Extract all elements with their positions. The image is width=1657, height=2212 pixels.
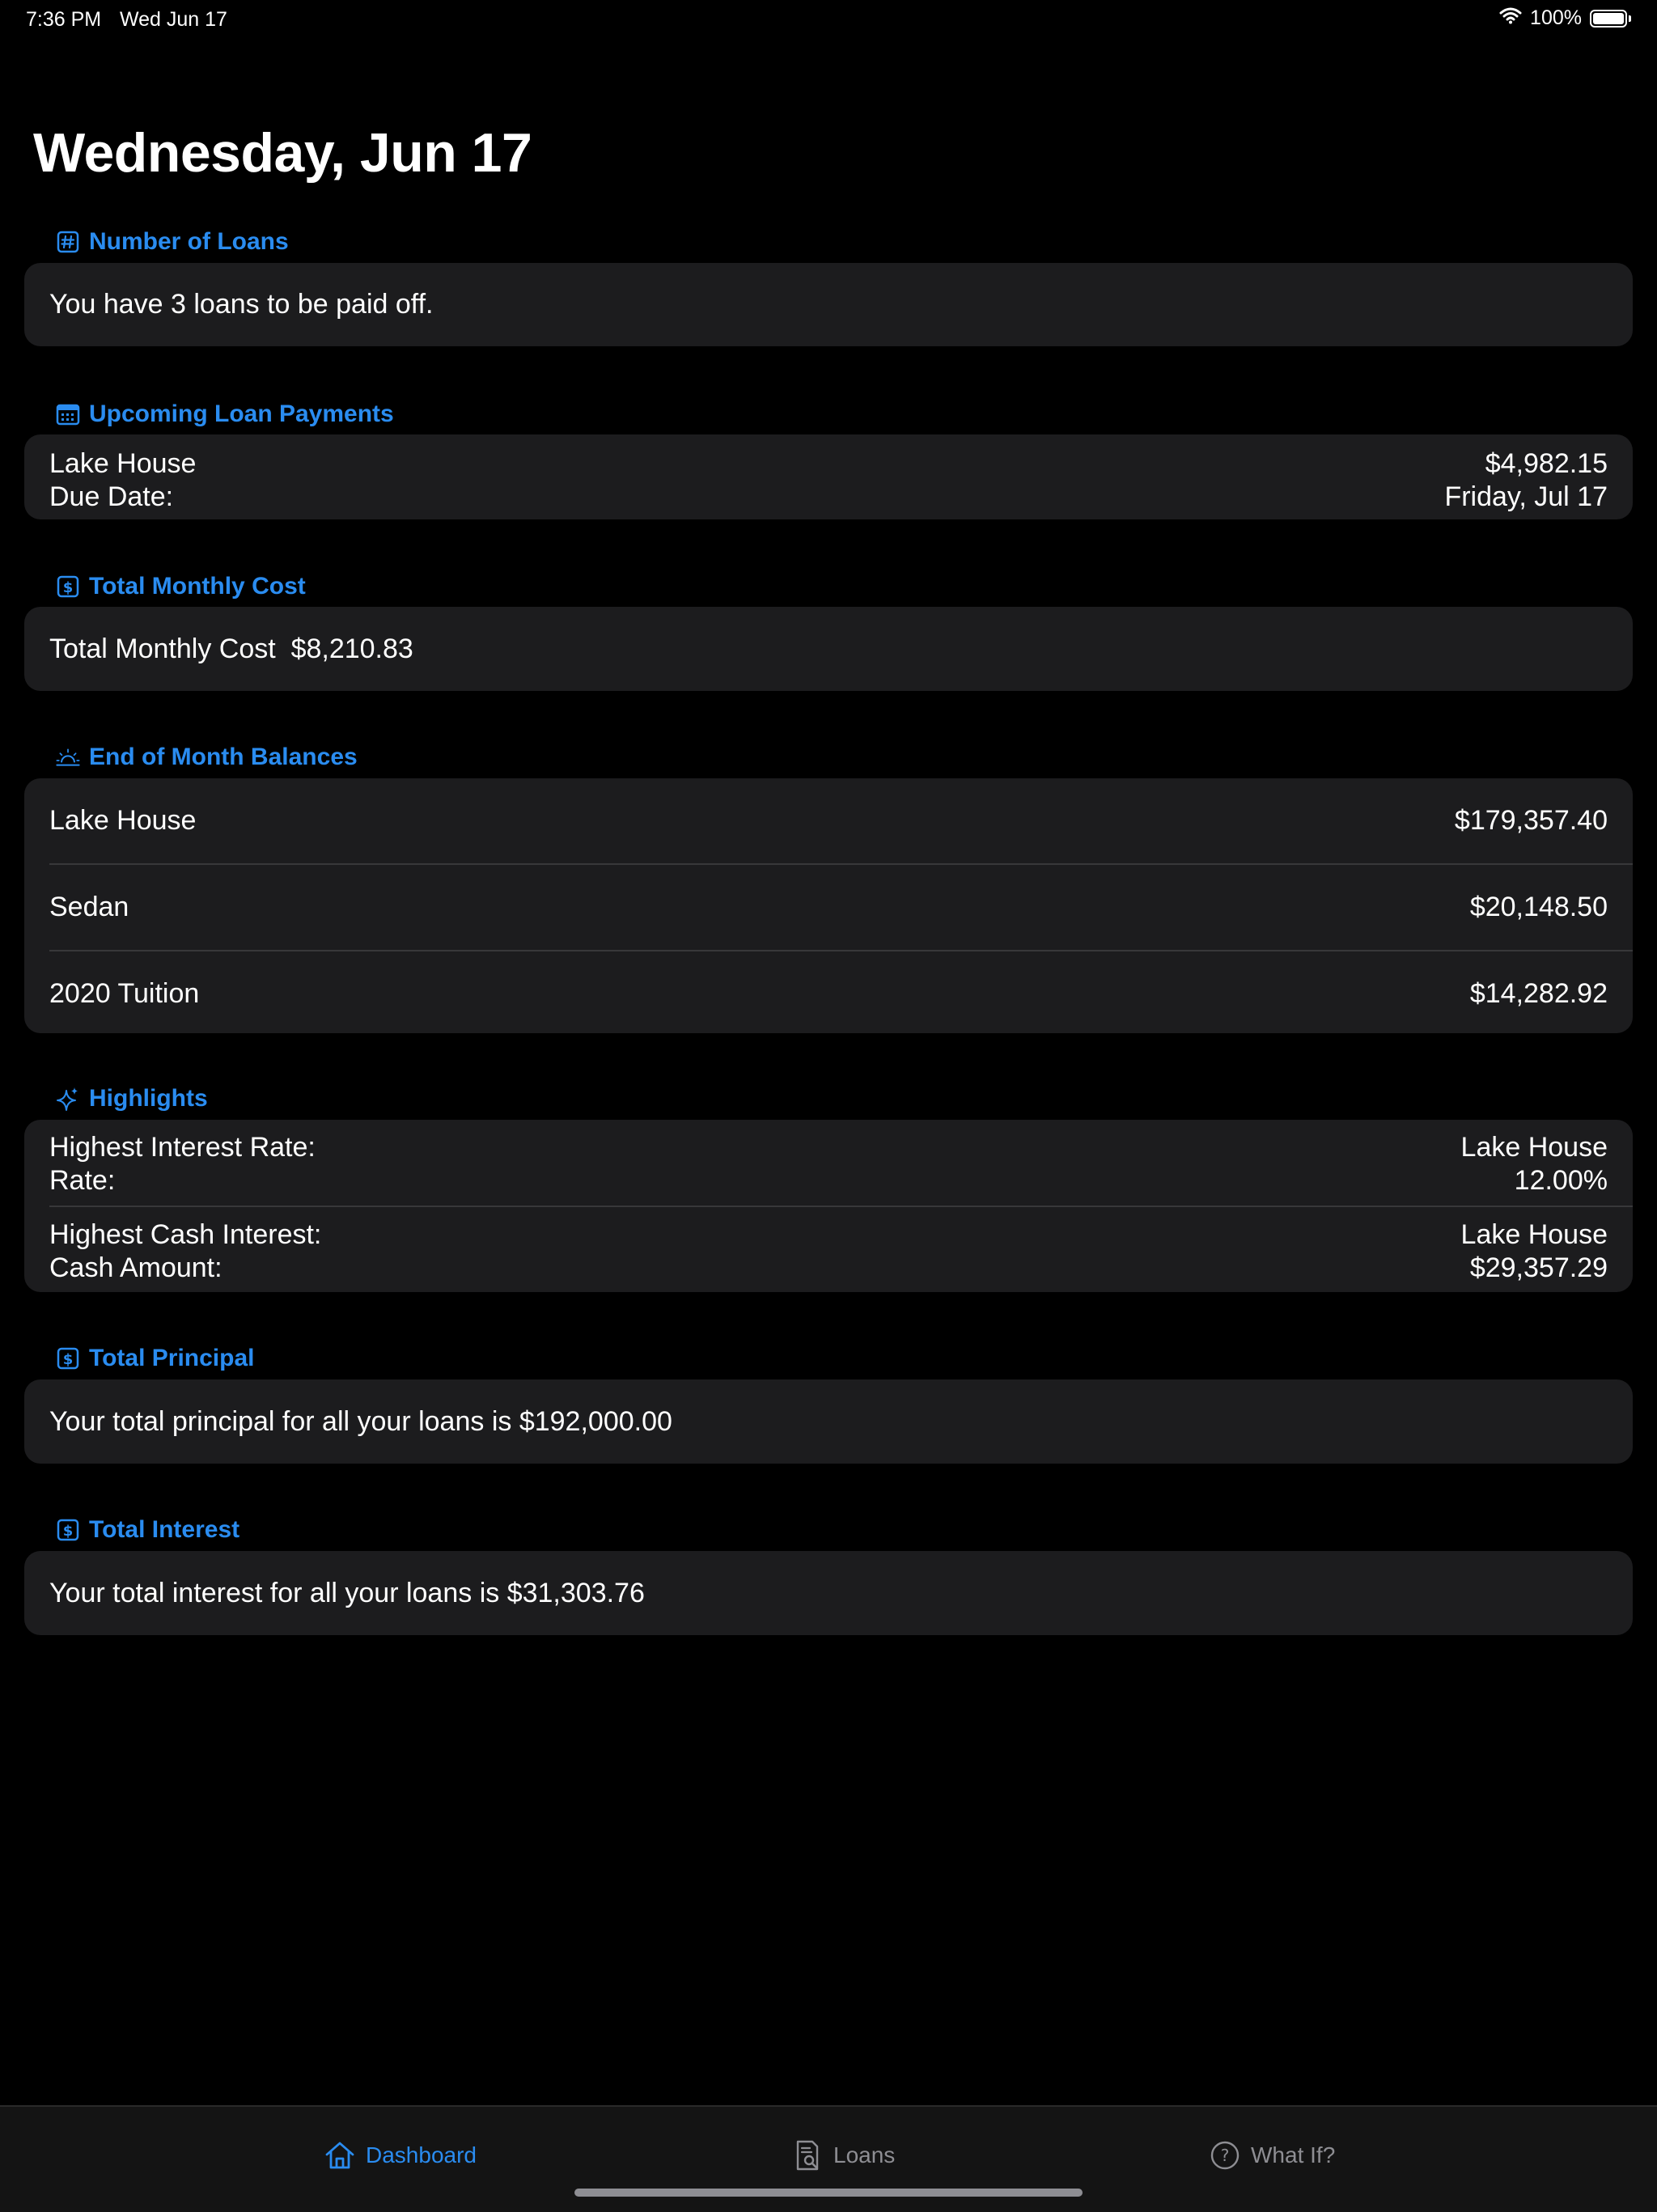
balance-value: $179,357.40 bbox=[1454, 805, 1608, 836]
monthly-cost-card: Total Monthly Cost $8,210.83 bbox=[24, 607, 1633, 691]
sparkles-icon bbox=[55, 1086, 81, 1112]
section-title: Highlights bbox=[89, 1085, 208, 1112]
highlight-row[interactable]: Highest Interest Rate: Rate: Lake House … bbox=[24, 1120, 1633, 1206]
highlight-row[interactable]: Highest Cash Interest: Cash Amount: Lake… bbox=[24, 1207, 1633, 1292]
svg-text:$: $ bbox=[63, 1523, 74, 1540]
section-title: End of Month Balances bbox=[89, 744, 358, 770]
highlights-card: Highest Interest Rate: Rate: Lake House … bbox=[24, 1120, 1633, 1292]
balance-row[interactable]: Sedan $20,148.50 bbox=[24, 865, 1633, 950]
home-indicator[interactable] bbox=[574, 2189, 1083, 2197]
section-title: Total Interest bbox=[89, 1516, 240, 1543]
wifi-icon bbox=[1499, 6, 1522, 30]
tab-label: What If? bbox=[1251, 2142, 1336, 2168]
payment-amount: $4,982.15 bbox=[1485, 448, 1608, 479]
section-header-principal: $ Total Principal bbox=[55, 1345, 254, 1372]
tab-loans[interactable]: Loans bbox=[791, 2139, 895, 2172]
due-date-label: Due Date: bbox=[49, 481, 174, 512]
balance-value: $20,148.50 bbox=[1469, 892, 1608, 922]
balances-card: Lake House $179,357.40 Sedan $20,148.50 … bbox=[24, 778, 1633, 1033]
section-title: Total Principal bbox=[89, 1345, 255, 1371]
interest-text: Your total interest for all your loans i… bbox=[49, 1577, 645, 1608]
dollar-sign-icon: $ bbox=[55, 1345, 81, 1371]
interest-card: Your total interest for all your loans i… bbox=[24, 1551, 1633, 1635]
svg-text:$: $ bbox=[63, 579, 74, 596]
highlight-label: Cash Amount: bbox=[49, 1252, 222, 1283]
tab-label: Dashboard bbox=[366, 2142, 477, 2168]
balance-loan-name: 2020 Tuition bbox=[49, 978, 200, 1009]
question-circle-icon: ? bbox=[1209, 2139, 1241, 2172]
upcoming-payment-card[interactable]: Lake House Due Date: $4,982.15 Friday, J… bbox=[24, 434, 1633, 519]
highlight-label: Rate: bbox=[49, 1165, 116, 1196]
balance-row[interactable]: Lake House $179,357.40 bbox=[24, 778, 1633, 863]
tab-what-if[interactable]: ? What If? bbox=[1209, 2139, 1335, 2172]
loan-name: Lake House bbox=[49, 448, 197, 479]
monthly-cost-text: Total Monthly Cost $8,210.83 bbox=[49, 633, 413, 664]
balance-loan-name: Lake House bbox=[49, 805, 197, 836]
highlight-label: Highest Interest Rate: bbox=[49, 1132, 316, 1163]
highlight-value: $29,357.29 bbox=[1469, 1252, 1608, 1283]
page-title: Wednesday, Jun 17 bbox=[33, 122, 532, 184]
sunset-icon bbox=[55, 744, 81, 770]
svg-text:$: $ bbox=[63, 1351, 74, 1368]
section-header-highlights: Highlights bbox=[55, 1085, 208, 1112]
principal-text: Your total principal for all your loans … bbox=[49, 1405, 672, 1437]
section-title: Upcoming Loan Payments bbox=[89, 400, 394, 427]
balance-loan-name: Sedan bbox=[49, 892, 129, 922]
highlight-value: Lake House bbox=[1460, 1132, 1608, 1163]
due-date-value: Friday, Jul 17 bbox=[1444, 481, 1608, 512]
battery-icon bbox=[1590, 9, 1631, 28]
svg-text:?: ? bbox=[1221, 2146, 1230, 2165]
dollar-sign-icon: $ bbox=[55, 574, 81, 600]
status-date: Wed Jun 17 bbox=[120, 8, 227, 31]
highlight-value: 12.00% bbox=[1514, 1165, 1608, 1196]
highlight-value: Lake House bbox=[1460, 1219, 1608, 1250]
section-header-upcoming-payments: Upcoming Loan Payments bbox=[55, 400, 394, 428]
status-indicators: 100% bbox=[1499, 6, 1631, 30]
tab-label: Loans bbox=[833, 2142, 896, 2168]
balance-row[interactable]: 2020 Tuition $14,282.92 bbox=[24, 951, 1633, 1036]
upcoming-payment-row[interactable]: Lake House Due Date: $4,982.15 Friday, J… bbox=[24, 434, 1633, 514]
balance-value: $14,282.92 bbox=[1469, 978, 1608, 1009]
section-header-number-of-loans: Number of Loans bbox=[55, 228, 289, 256]
house-icon bbox=[324, 2139, 356, 2172]
number-sign-icon bbox=[55, 229, 81, 255]
section-header-monthly-cost: $ Total Monthly Cost bbox=[55, 573, 306, 600]
number-of-loans-card: You have 3 loans to be paid off. bbox=[24, 263, 1633, 346]
status-bar: 7:36 PM Wed Jun 17 100% bbox=[0, 0, 1657, 37]
section-title: Number of Loans bbox=[89, 228, 289, 255]
section-header-balances: End of Month Balances bbox=[55, 744, 358, 771]
principal-card: Your total principal for all your loans … bbox=[24, 1379, 1633, 1464]
tab-dashboard[interactable]: Dashboard bbox=[324, 2139, 477, 2172]
document-search-icon bbox=[791, 2139, 824, 2172]
status-time: 7:36 PM bbox=[26, 8, 102, 31]
calendar-icon bbox=[55, 401, 81, 427]
highlight-label: Highest Cash Interest: bbox=[49, 1219, 322, 1250]
section-title: Total Monthly Cost bbox=[89, 573, 306, 600]
battery-percent: 100% bbox=[1530, 6, 1582, 29]
dollar-sign-icon: $ bbox=[55, 1517, 81, 1543]
section-header-interest: $ Total Interest bbox=[55, 1516, 239, 1544]
number-of-loans-text: You have 3 loans to be paid off. bbox=[49, 289, 434, 320]
